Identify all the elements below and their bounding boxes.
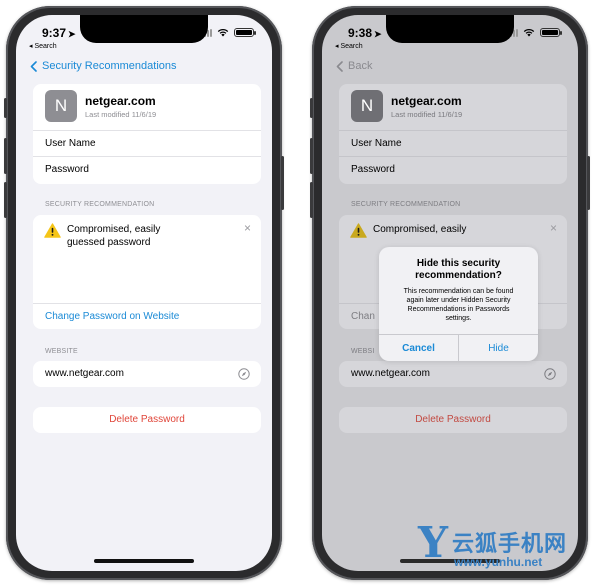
alert-message-line-4: settings. — [445, 315, 472, 322]
delete-password-button[interactable]: Delete Password — [33, 407, 261, 433]
time-label: 9:37 — [42, 26, 67, 40]
compass-icon[interactable] — [544, 368, 556, 380]
site-avatar: N — [45, 90, 77, 122]
compass-icon[interactable] — [238, 368, 250, 380]
alert-title-line-2: recommendation? — [415, 270, 502, 281]
wifi-icon — [523, 29, 535, 37]
alert-message-line-3: Recommendations in Passwords — [407, 306, 510, 313]
recommendation-text: Compromised, easily guessed password — [67, 223, 217, 249]
power-button — [587, 156, 590, 210]
website-row[interactable]: www.netgear.com — [339, 361, 567, 387]
recommendation-text: Compromised, easily — [373, 223, 523, 236]
status-time: 9:37 ➤ — [42, 26, 76, 40]
chevron-left-icon — [336, 60, 343, 72]
delete-password-button[interactable]: Delete Password — [339, 407, 567, 433]
site-header: N netgear.com Last modified 11/6/19 — [33, 84, 261, 130]
user-name-row[interactable]: User Name — [33, 130, 261, 156]
volume-up-button — [4, 138, 7, 174]
last-modified: Last modified 11/6/19 — [391, 110, 463, 119]
status-time: 9:38 ➤ — [348, 26, 382, 40]
recommendation-card: Compromised, easily guessed password × C… — [33, 215, 261, 329]
status-icons — [507, 28, 562, 37]
back-to-security-recommendations[interactable]: Security Recommendations — [30, 60, 177, 72]
security-section-label: SECURITY RECOMMENDATION — [351, 201, 461, 208]
site-name: netgear.com — [85, 94, 156, 108]
chevron-left-icon — [30, 60, 37, 72]
password-row[interactable]: Password — [33, 156, 261, 182]
site-card: N netgear.com Last modified 11/6/19 User… — [33, 84, 261, 184]
mute-switch — [310, 98, 313, 118]
notch — [80, 15, 208, 43]
website-section-label: WEBSI — [351, 348, 375, 355]
user-name-row[interactable]: User Name — [339, 130, 567, 156]
hide-button[interactable]: Hide — [459, 335, 538, 361]
last-modified: Last modified 11/6/19 — [85, 110, 157, 119]
nav-back-label: Security Recommendations — [42, 60, 177, 72]
recommendation-line-1: Compromised, easily — [373, 224, 467, 235]
time-label: 9:38 — [348, 26, 373, 40]
recommendation-line-2: guessed password — [67, 237, 151, 248]
right-phone: 9:38 ➤ ◂ Search Back N netgear.com Last … — [310, 6, 590, 580]
watermark-logo: Y 云狐手机网 www.yunhu.net — [418, 520, 584, 574]
alert-message-line-2: again later under Hidden Security — [406, 297, 511, 304]
nav-back-label: Back — [348, 60, 373, 72]
right-screen: 9:38 ➤ ◂ Search Back N netgear.com Last … — [322, 15, 578, 571]
site-name: netgear.com — [391, 94, 462, 108]
alert-message-line-1: This recommendation can be found — [403, 288, 514, 295]
website-section-label: WEBSITE — [45, 348, 78, 355]
warning-icon — [44, 223, 61, 238]
volume-down-button — [310, 182, 313, 218]
alert-title: Hide this security recommendation? — [379, 258, 538, 282]
watermark-letter: Y — [418, 518, 448, 567]
site-header: N netgear.com Last modified 11/6/19 — [339, 84, 567, 130]
hide-recommendation-alert: Hide this security recommendation? This … — [379, 247, 538, 361]
website-url: www.netgear.com — [351, 368, 430, 379]
volume-down-button — [4, 182, 7, 218]
power-button — [281, 156, 284, 210]
site-card: N netgear.com Last modified 11/6/19 User… — [339, 84, 567, 184]
website-url: www.netgear.com — [45, 368, 124, 379]
recommendation-line-1: Compromised, easily — [67, 224, 161, 235]
left-screen: 9:37 ➤ ◂ Search Security Recommendations … — [16, 15, 272, 571]
volume-up-button — [310, 138, 313, 174]
location-arrow-icon: ➤ — [374, 29, 382, 39]
site-avatar: N — [351, 90, 383, 122]
back-button[interactable]: Back — [336, 60, 372, 72]
dismiss-recommendation-icon[interactable]: × — [550, 222, 557, 234]
cancel-button[interactable]: Cancel — [379, 335, 459, 361]
notch — [386, 15, 514, 43]
status-back-to-search[interactable]: ◂ Search — [335, 42, 363, 50]
alert-message: This recommendation can be found again l… — [379, 287, 538, 323]
alert-title-line-1: Hide this security — [416, 258, 501, 269]
warning-icon — [350, 223, 367, 238]
mute-switch — [4, 98, 7, 118]
left-phone: 9:37 ➤ ◂ Search Security Recommendations … — [4, 6, 284, 580]
status-icons — [201, 28, 256, 37]
status-back-to-search[interactable]: ◂ Search — [29, 42, 57, 50]
battery-icon — [234, 28, 256, 37]
watermark-url: www.yunhu.net — [454, 555, 543, 569]
alert-buttons: Cancel Hide — [379, 334, 538, 361]
change-password-link[interactable]: Change Password on Website — [33, 303, 261, 329]
home-indicator — [94, 559, 194, 563]
password-row[interactable]: Password — [339, 156, 567, 182]
wifi-icon — [217, 29, 229, 37]
website-row[interactable]: www.netgear.com — [33, 361, 261, 387]
security-section-label: SECURITY RECOMMENDATION — [45, 201, 155, 208]
watermark-chinese: 云狐手机网 — [452, 531, 568, 556]
location-arrow-icon: ➤ — [68, 29, 76, 39]
dismiss-recommendation-icon[interactable]: × — [244, 222, 251, 234]
battery-icon — [540, 28, 562, 37]
